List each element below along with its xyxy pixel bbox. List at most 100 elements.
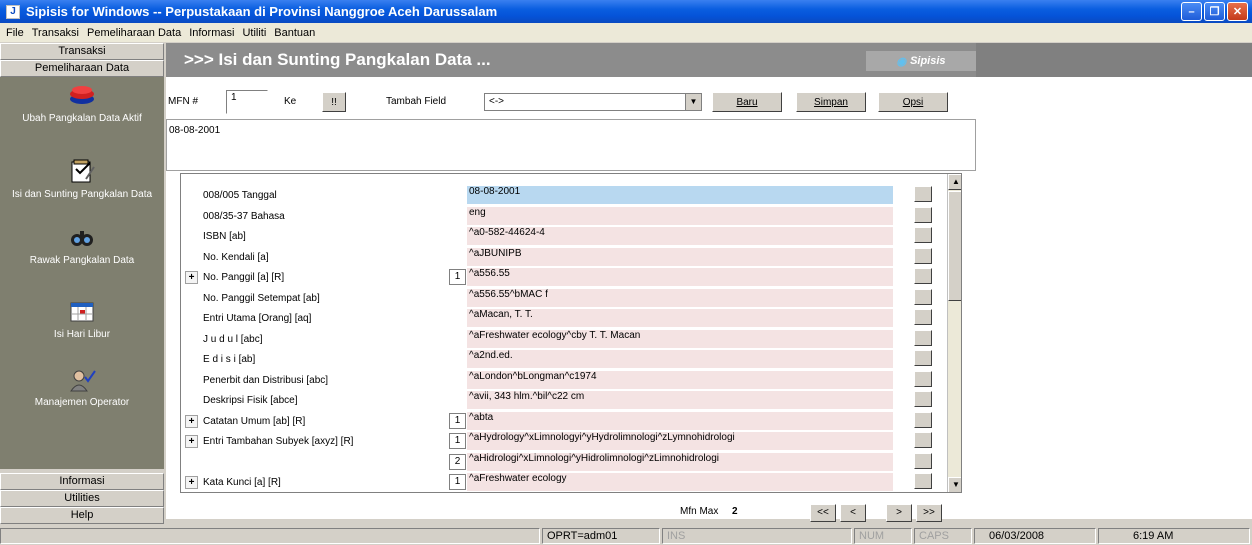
baru-button[interactable]: Baru bbox=[712, 92, 782, 112]
sidebar-item-ubah-pangkalan-data[interactable]: Ubah Pangkalan Data Aktif bbox=[0, 83, 164, 125]
sidebar-group-pemeliharaan-data[interactable]: Pemeliharaan Data bbox=[0, 60, 164, 77]
restore-button[interactable]: ❐ bbox=[1204, 2, 1225, 21]
brand-name: Sipisis bbox=[910, 55, 946, 67]
menu-transaksi[interactable]: Transaksi bbox=[28, 27, 83, 39]
mfn-input[interactable]: 1 bbox=[226, 90, 268, 114]
add-repeat-icon[interactable]: + bbox=[185, 414, 198, 428]
field-row: Deskripsi Fisik [abce] ^avii, 343 hlm.^bi… bbox=[181, 389, 941, 410]
binoculars-icon bbox=[68, 225, 96, 251]
field-edit-button[interactable] bbox=[914, 186, 932, 202]
field-edit-button[interactable] bbox=[914, 227, 932, 243]
mfn-label: MFN # bbox=[168, 96, 198, 107]
field-edit-button[interactable] bbox=[914, 391, 932, 407]
menu-informasi[interactable]: Informasi bbox=[185, 27, 238, 39]
status-num: NUM bbox=[854, 528, 912, 544]
go-button[interactable]: !! bbox=[322, 92, 346, 112]
field-row: + Entri Tambahan Subyek [axyz] [R] 1 ^aHydr… bbox=[181, 430, 941, 451]
field-label: No. Panggil Setempat [ab] bbox=[203, 292, 320, 304]
field-value-input[interactable]: ^aHydrology^xLimnologyi^yHydrolimnologi^… bbox=[467, 432, 893, 450]
field-edit-button[interactable] bbox=[914, 288, 932, 305]
simpan-button[interactable]: Simpan bbox=[796, 92, 866, 112]
field-label: E d i s i [ab] bbox=[203, 354, 256, 365]
field-value-input[interactable]: ^aMacan, T. T. bbox=[467, 309, 893, 327]
last-record-button[interactable]: >> bbox=[916, 504, 942, 522]
sidebar-item-isi-dan-sunting[interactable]: Isi dan Sunting Pangkalan Data bbox=[0, 159, 164, 201]
field-label: Deskripsi Fisik [abce] bbox=[203, 395, 298, 406]
field-value-input[interactable]: ^aLondon^bLongman^c1974 bbox=[467, 370, 893, 389]
record-footer: Mfn Max 2 << < > >> bbox=[166, 498, 976, 522]
field-edit-button[interactable] bbox=[914, 411, 932, 428]
field-value-input[interactable]: ^aJBUNIPB bbox=[467, 247, 893, 266]
page-title: >>> Isi dan Sunting Pangkalan Data ... bbox=[166, 43, 976, 77]
add-repeat-icon[interactable]: + bbox=[185, 435, 198, 448]
status-ins: INS bbox=[662, 528, 852, 544]
field-edit-button[interactable] bbox=[914, 370, 932, 387]
preview-text: 08-08-2001 bbox=[169, 125, 221, 136]
minimize-button[interactable]: – bbox=[1181, 2, 1202, 21]
field-value-input[interactable]: ^aHidrologi^xLimnologi^yHidrolimnologi^z… bbox=[467, 452, 893, 471]
sipisis-logo-icon: ◉ bbox=[896, 55, 907, 68]
field-value-input[interactable]: ^a0-582-44624-4 bbox=[467, 227, 893, 245]
sidebar-group-utilities[interactable]: Utilities bbox=[0, 490, 164, 507]
scroll-up-icon[interactable]: ▲ bbox=[948, 174, 961, 190]
sidebar-item-rawak-pangkalan-data[interactable]: Rawak Pangkalan Data bbox=[0, 225, 164, 267]
field-edit-button[interactable] bbox=[914, 432, 932, 448]
field-select[interactable]: <-> ▼ bbox=[484, 93, 702, 111]
field-value-input[interactable]: ^aFreshwater ecology bbox=[467, 473, 893, 491]
field-value-input[interactable]: ^avii, 343 hlm.^bil^c22 cm bbox=[467, 391, 893, 409]
occurrence-index: 2 bbox=[449, 453, 466, 470]
add-repeat-icon[interactable]: + bbox=[185, 476, 198, 489]
mfn-max-label: Mfn Max bbox=[680, 506, 719, 517]
menu-file[interactable]: File bbox=[2, 27, 28, 39]
field-value-input[interactable]: ^a556.55^bMAC f bbox=[467, 288, 893, 307]
vertical-scrollbar[interactable]: ▲ ▼ bbox=[947, 174, 961, 492]
first-record-button[interactable]: << bbox=[810, 504, 836, 522]
sidebar-group-help[interactable]: Help bbox=[0, 507, 164, 524]
sidebar-item-isi-hari-libur[interactable]: Isi Hari Libur bbox=[0, 299, 164, 341]
sidebar-body: Ubah Pangkalan Data Aktif Isi dan Suntin… bbox=[0, 77, 164, 469]
chevron-down-icon[interactable]: ▼ bbox=[685, 94, 701, 110]
sidebar-group-transaksi[interactable]: Transaksi bbox=[0, 43, 164, 60]
scroll-down-icon[interactable]: ▼ bbox=[948, 477, 961, 492]
main-panel: >>> Isi dan Sunting Pangkalan Data ... ◉… bbox=[166, 43, 1252, 522]
add-repeat-icon[interactable]: + bbox=[185, 271, 198, 284]
field-value-input[interactable]: ^a556.55 bbox=[467, 268, 893, 286]
field-row: + Kata Kunci [a] [R] 1 ^aFreshwater ecology bbox=[181, 471, 941, 492]
field-edit-button[interactable] bbox=[914, 329, 932, 346]
field-edit-button[interactable] bbox=[914, 350, 932, 366]
field-row: + No. Panggil [a] [R] 1 ^a556.55 bbox=[181, 266, 941, 287]
main-header: >>> Isi dan Sunting Pangkalan Data ... ◉… bbox=[166, 43, 1252, 77]
opsi-button[interactable]: Opsi bbox=[878, 92, 948, 112]
field-edit-button[interactable] bbox=[914, 309, 932, 325]
field-edit-button[interactable] bbox=[914, 452, 932, 469]
field-label: Kata Kunci [a] [R] bbox=[203, 477, 281, 488]
field-label: 008/35-37 Bahasa bbox=[203, 210, 285, 222]
field-value-input[interactable]: ^aFreshwater ecology^cby T. T. Macan bbox=[467, 329, 893, 348]
menu-utiliti[interactable]: Utiliti bbox=[238, 27, 270, 39]
scroll-thumb[interactable] bbox=[948, 191, 961, 301]
prev-record-button[interactable]: < bbox=[840, 504, 866, 522]
field-label: J u d u l [abc] bbox=[203, 333, 263, 345]
menu-pemeliharaan-data[interactable]: Pemeliharaan Data bbox=[83, 27, 185, 39]
field-value-input[interactable]: ^abta bbox=[467, 411, 893, 430]
next-record-button[interactable]: > bbox=[886, 504, 912, 522]
menu-bantuan[interactable]: Bantuan bbox=[270, 27, 319, 39]
close-button[interactable]: ✕ bbox=[1227, 2, 1248, 21]
sidebar-item-manajemen-operator[interactable]: Manajemen Operator bbox=[0, 367, 164, 409]
field-value-input[interactable]: eng bbox=[467, 206, 893, 225]
field-edit-button[interactable] bbox=[914, 473, 932, 489]
record-toolbar: MFN # 1 Ke !! Tambah Field <-> ▼ Baru Si… bbox=[166, 90, 966, 114]
brand-logo: ◉ Sipisis bbox=[866, 51, 976, 71]
app-icon: J bbox=[6, 4, 20, 19]
field-value-input[interactable]: 08-08-2001 bbox=[467, 186, 893, 204]
field-edit-button[interactable] bbox=[914, 206, 932, 223]
field-edit-button[interactable] bbox=[914, 268, 932, 284]
mfn-max-value: 2 bbox=[732, 506, 738, 517]
field-grid: 008/005 Tanggal 08-08-2001 008/35-37 Bahas… bbox=[180, 173, 962, 493]
field-label: Entri Utama [Orang] [aq] bbox=[203, 313, 312, 324]
field-edit-button[interactable] bbox=[914, 247, 932, 264]
sidebar-group-informasi[interactable]: Informasi bbox=[0, 473, 164, 490]
status-date: 06/03/2008 bbox=[974, 528, 1096, 544]
field-value-input[interactable]: ^a2nd.ed. bbox=[467, 350, 893, 368]
sidebar-item-label: Ubah Pangkalan Data Aktif bbox=[22, 113, 142, 124]
